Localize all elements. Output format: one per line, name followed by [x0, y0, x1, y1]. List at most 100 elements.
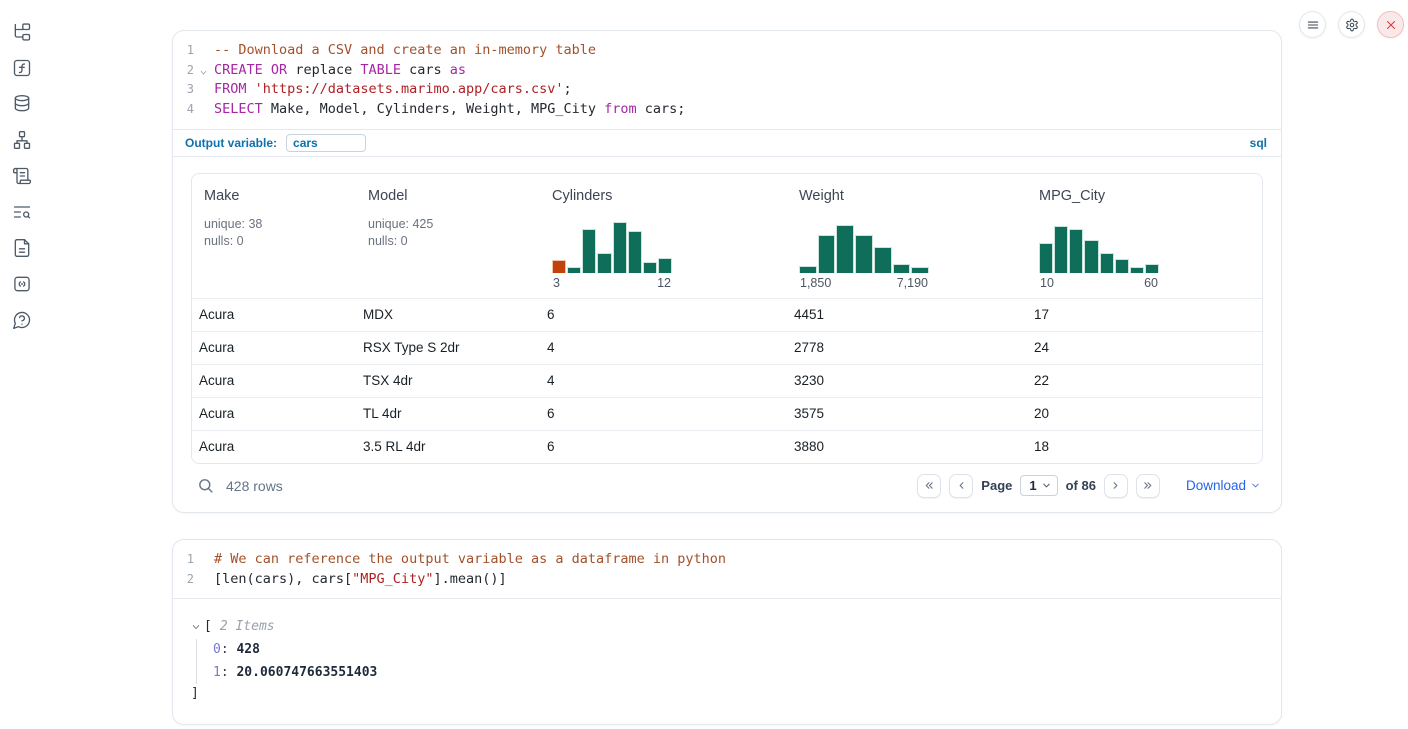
table-cell: 3575 [787, 406, 1027, 421]
histogram-bar[interactable] [628, 231, 642, 273]
page-label: Page [981, 478, 1012, 493]
page-select[interactable]: 1 [1020, 475, 1057, 496]
histogram-bar[interactable] [567, 267, 581, 273]
column-name: MPG_City [1039, 188, 1252, 204]
topbar-actions [1299, 11, 1404, 38]
chevron-down-icon [1041, 480, 1052, 491]
histogram-bar[interactable] [597, 253, 611, 273]
column-name: Make [204, 188, 346, 204]
chevrons-right-icon [1141, 479, 1154, 492]
snippets-icon[interactable] [10, 272, 34, 296]
column-header-cylinders[interactable]: Cylinders312 [540, 174, 787, 298]
table-cell: 3880 [787, 439, 1027, 454]
code-text: [len(cars), cars["MPG_City"].mean()] [214, 570, 507, 590]
tree-entry-value: 428 [236, 642, 259, 657]
tree-root-line: [ 2 Items [191, 617, 1263, 637]
table-row[interactable]: AcuraRSX Type S 2dr4277824 [192, 331, 1262, 364]
variables-icon[interactable] [10, 56, 34, 80]
table-row[interactable]: AcuraTL 4dr6357520 [192, 397, 1262, 430]
table-cell: 2778 [787, 340, 1027, 355]
histogram-bar[interactable] [552, 260, 566, 273]
histogram-bar[interactable] [836, 225, 854, 273]
table-row[interactable]: AcuraTSX 4dr4323022 [192, 364, 1262, 397]
histogram-bar[interactable] [658, 258, 672, 273]
column-name: Model [368, 188, 530, 204]
chevron-down-icon [199, 68, 208, 77]
documentation-icon[interactable] [10, 236, 34, 260]
axis-max-label: 12 [657, 276, 671, 290]
table-cell: MDX [356, 307, 540, 322]
histogram-bar[interactable] [1039, 243, 1053, 273]
axis-min-label: 3 [553, 276, 560, 290]
histogram-bar[interactable] [911, 267, 929, 273]
tree-entries: 0: 4281: 20.060747663551403 [196, 639, 1263, 684]
column-header-make[interactable]: Makeunique: 38nulls: 0 [192, 174, 356, 298]
histogram-bar[interactable] [1069, 229, 1083, 273]
table-cell: 6 [540, 439, 787, 454]
menu-button[interactable] [1299, 11, 1326, 38]
table-row[interactable]: AcuraMDX6445117 [192, 298, 1262, 331]
histogram-bar[interactable] [1115, 259, 1129, 273]
code-text: SELECT Make, Model, Cylinders, Weight, M… [214, 100, 685, 120]
fold-chevron[interactable] [198, 64, 208, 74]
data-sources-icon[interactable] [10, 92, 34, 116]
column-unique-count: unique: 425 [368, 216, 530, 233]
chevron-down-icon [191, 622, 201, 632]
data-table: Makeunique: 38nulls: 0Modelunique: 425nu… [191, 173, 1263, 464]
table-cell: 20 [1027, 406, 1262, 421]
search-button[interactable] [197, 477, 214, 494]
column-header-mpg_city[interactable]: MPG_City1060 [1027, 174, 1262, 298]
histogram-bar[interactable] [818, 235, 836, 273]
prev-page-button[interactable] [949, 474, 973, 498]
histogram-bar[interactable] [643, 262, 657, 272]
tree-entry: 0: 428 [213, 639, 1263, 662]
sql-cell: 1-- Download a CSV and create an in-memo… [172, 30, 1282, 513]
histogram-bar[interactable] [613, 222, 627, 272]
table-cell: 22 [1027, 373, 1262, 388]
row-count: 428 rows [226, 478, 283, 494]
logs-icon[interactable] [10, 200, 34, 224]
tree-collapse-toggle[interactable] [191, 622, 204, 632]
histogram-bar[interactable] [1084, 240, 1098, 273]
settings-button[interactable] [1338, 11, 1365, 38]
table-cell: 4451 [787, 307, 1027, 322]
download-button[interactable]: Download [1186, 478, 1261, 493]
next-page-button[interactable] [1104, 474, 1128, 498]
line-number: 4 [173, 100, 194, 120]
column-histogram: 1,8507,190 [799, 221, 929, 290]
histogram-bar[interactable] [1054, 226, 1068, 273]
code-text: # We can reference the output variable a… [214, 550, 726, 570]
sql-output-area: Makeunique: 38nulls: 0Modelunique: 425nu… [173, 156, 1281, 512]
histogram-bar[interactable] [582, 229, 596, 273]
table-row[interactable]: Acura3.5 RL 4dr6388018 [192, 430, 1262, 463]
histogram-bar[interactable] [855, 235, 873, 272]
last-page-button[interactable] [1136, 474, 1160, 498]
histogram-bar[interactable] [893, 264, 911, 273]
code-line: 4 SELECT Make, Model, Cylinders, Weight, … [173, 100, 1267, 120]
table-cell: 6 [540, 406, 787, 421]
histogram-bar[interactable] [1145, 264, 1159, 273]
sql-editor-lines: 1-- Download a CSV and create an in-memo… [173, 41, 1267, 120]
file-explorer-icon[interactable] [10, 20, 34, 44]
axis-max-label: 7,190 [897, 276, 928, 290]
outline-icon[interactable] [10, 164, 34, 188]
output-variable-input[interactable] [286, 134, 366, 152]
line-number: 1 [173, 41, 194, 61]
shutdown-button[interactable] [1377, 11, 1404, 38]
python-editor-lines: 1# We can reference the output variable … [173, 550, 1267, 589]
table-cell: RSX Type S 2dr [356, 340, 540, 355]
table-cell: Acura [192, 439, 356, 454]
dependency-graph-icon[interactable] [10, 128, 34, 152]
column-header-weight[interactable]: Weight 1,8507,190 [787, 174, 1027, 298]
help-icon[interactable] [10, 308, 34, 332]
column-name: Weight [799, 188, 1017, 204]
column-header-model[interactable]: Modelunique: 425nulls: 0 [356, 174, 540, 298]
histogram-bar[interactable] [1100, 253, 1114, 273]
pagination: Page 1 of 86 Download [917, 474, 1261, 498]
python-editor[interactable]: 1# We can reference the output variable … [173, 540, 1281, 598]
histogram-bar[interactable] [799, 266, 817, 273]
sql-editor[interactable]: 1-- Download a CSV and create an in-memo… [173, 31, 1281, 129]
histogram-bar[interactable] [1130, 267, 1144, 273]
first-page-button[interactable] [917, 474, 941, 498]
histogram-bar[interactable] [874, 247, 892, 273]
